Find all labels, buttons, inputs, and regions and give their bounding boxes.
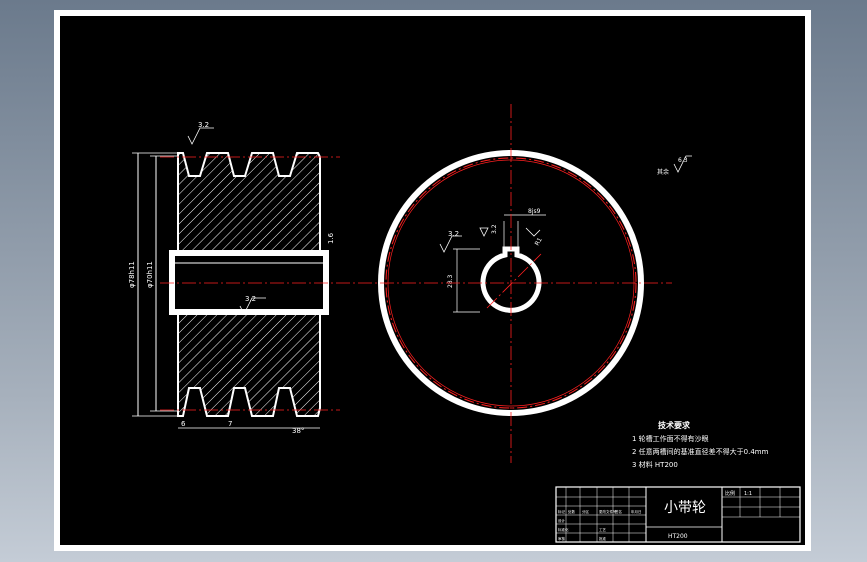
- ratio-caption: 比例: [725, 490, 735, 497]
- right-dim-label: 1.6: [327, 232, 335, 244]
- roughness-symbol-groove: [187, 127, 214, 145]
- title-block-cell-label: 标准化: [558, 527, 569, 532]
- other-roughness-caption: 其余: [657, 168, 669, 176]
- requirement-item-2: 2 任意两槽间的基准直径差不得大于0.4mm: [632, 447, 769, 456]
- requirement-item-1: 1 轮槽工作面不得有沙眼: [632, 434, 709, 443]
- pulley-drawing: φ78h11 φ70h11 6 7 38° 3.2 3.2 1.6 8js9 2…: [128, 104, 801, 543]
- roughness-groove-label: 3.2: [198, 121, 209, 129]
- drawing-canvas: φ78h11 φ70h11 6 7 38° 3.2 3.2 1.6 8js9 2…: [60, 16, 805, 545]
- upper-rim-section: [177, 152, 321, 254]
- title-block-cell-label: 工艺: [599, 527, 607, 532]
- roughness-bore-label: 3.2: [245, 295, 256, 303]
- drawing-title: 小带轮: [664, 500, 706, 516]
- material-label: HT200: [668, 533, 688, 540]
- groove-pitch-label: 7: [228, 420, 232, 428]
- title-block-cell-label: 分区: [582, 509, 590, 514]
- lower-rim-section: [177, 311, 321, 417]
- groove-start-label: 6: [181, 420, 186, 428]
- requirement-item-3: 3 材料 HT200: [632, 460, 678, 469]
- title-block-cell-label: 审核: [558, 536, 566, 541]
- keyway-width-label: 8js9: [528, 208, 541, 215]
- section-view: φ78h11 φ70h11 6 7 38° 3.2 3.2 1.6: [128, 121, 335, 435]
- chamfer-label: R1: [534, 236, 544, 247]
- title-block-cell-label: 处数: [568, 509, 576, 514]
- roughness-symbol-keyway: [479, 227, 489, 237]
- roughness-keyway-label: 3.2: [491, 224, 498, 234]
- title-block-cell-label: 标记: [558, 509, 566, 514]
- groove-angle-label: 38°: [292, 427, 304, 435]
- requirements-heading: 技术要求: [658, 420, 691, 430]
- ratio-value: 1:1: [744, 491, 752, 497]
- technical-requirements: 技术要求 1 轮槽工作面不得有沙眼 2 任意两槽间的基准直径差不得大于0.4mm…: [632, 420, 769, 469]
- roughness-bore-left-label: 3.2: [448, 230, 459, 238]
- title-block-cell-label: 签名: [615, 509, 622, 514]
- roughness-symbol-bore-left: [439, 235, 462, 253]
- roughness-other-label: 6.3: [678, 157, 688, 164]
- bore-height-label: 28.3: [447, 274, 454, 288]
- outer-diameter-label: φ78h11: [128, 261, 136, 288]
- title-block-cell-label: 批准: [599, 536, 607, 541]
- title-block-cell-label: 年月日: [631, 509, 642, 514]
- inner-diameter-label: φ70h11: [146, 261, 154, 288]
- title-block-cell-label: 设计: [558, 518, 566, 523]
